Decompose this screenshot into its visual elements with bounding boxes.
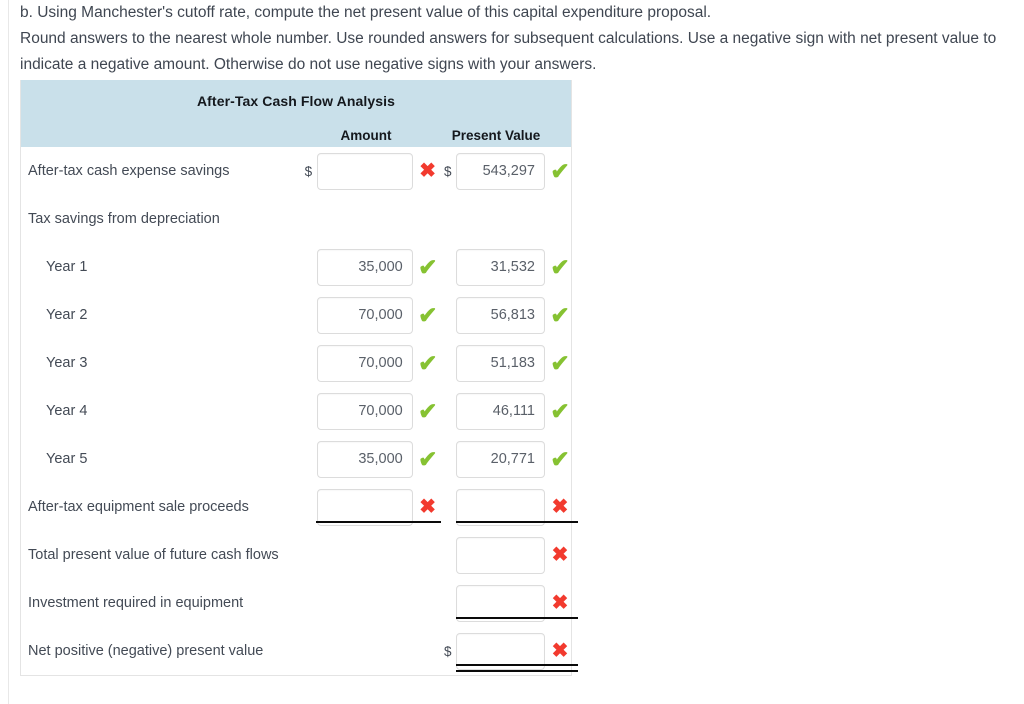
amount-cell: $✖	[305, 488, 444, 526]
check-icon: ✔	[418, 445, 438, 472]
question-prompt: b. Using Manchester's cutoff rate, compu…	[20, 0, 1012, 78]
present-value-input[interactable]: 56,813	[456, 296, 545, 334]
present-value-cell: $56,813✔	[444, 296, 571, 334]
row-label: Investment required in equipment	[28, 595, 244, 611]
page-left-rule	[8, 0, 9, 704]
table-row: Investment required in equipment $✖	[21, 579, 578, 627]
table-row: Year 4 $70,000✔$46,111✔	[21, 387, 571, 435]
total-rule-single	[456, 616, 578, 619]
row-label: Net positive (negative) present value	[28, 643, 264, 659]
total-rule-single	[456, 520, 578, 523]
total-rule-double	[456, 663, 578, 672]
check-icon: ✔	[550, 445, 570, 472]
currency-symbol: $	[304, 163, 313, 179]
present-value-input[interactable]	[456, 536, 545, 574]
present-value-cell: $✖	[444, 632, 578, 672]
present-value-cell: $543,297 ✔	[444, 152, 571, 190]
cross-icon: ✖	[551, 544, 569, 566]
column-header-present-value: Present Value	[451, 128, 541, 143]
present-value-input[interactable]: 46,111	[456, 392, 545, 430]
present-value-cell: $51,183✔	[444, 344, 571, 382]
row-label: Year 1	[46, 259, 88, 275]
amount-cell: $✖	[304, 152, 444, 190]
check-icon: ✔	[418, 397, 438, 424]
table-row: After-tax cash expense savings $ ✖ $543,297…	[21, 147, 571, 195]
row-label: Tax savings from depreciation	[28, 211, 220, 227]
row-label: Year 2	[46, 307, 88, 323]
table-header: After-Tax Cash Flow Analysis Amount Pres…	[21, 80, 571, 147]
table-row: Total present value of future cash flows…	[21, 531, 571, 579]
table-row: Year 2 $70,000✔$56,813✔	[21, 291, 571, 339]
cross-icon: ✖	[551, 640, 569, 662]
total-rule-single	[315, 520, 441, 523]
present-value-cell: $31,532✔	[444, 248, 571, 286]
row-label: Year 4	[46, 403, 88, 419]
amount-input[interactable]: 70,000	[316, 296, 413, 334]
amount-cell: $35,000✔	[305, 248, 444, 286]
table-row: Year 3 $70,000✔$51,183✔	[21, 339, 571, 387]
row-label: After-tax equipment sale proceeds	[28, 499, 249, 515]
table-row: Year 1 $35,000✔$31,532✔	[21, 243, 571, 291]
row-label: After-tax cash expense savings	[28, 163, 230, 179]
check-icon: ✔	[550, 397, 570, 424]
amount-cell: $70,000✔	[305, 296, 444, 334]
check-icon: ✔	[550, 253, 570, 280]
present-value-input[interactable]: 20,771	[456, 440, 545, 478]
present-value-cell: $46,111✔	[444, 392, 571, 430]
amount-cell: $35,000✔	[305, 440, 444, 478]
present-value-input[interactable]: 31,532	[456, 248, 545, 286]
present-value-input[interactable]: 543,297	[456, 152, 545, 190]
column-header-row: Amount Present Value	[21, 109, 571, 147]
table-row: Net positive (negative) present value $ ✖	[21, 627, 578, 675]
check-icon: ✔	[418, 253, 438, 280]
check-icon: ✔	[550, 157, 570, 184]
cross-icon: ✖	[419, 496, 437, 518]
amount-cell: $70,000✔	[305, 344, 444, 382]
amount-cell: $70,000✔	[305, 392, 444, 430]
amount-input[interactable]: 70,000	[316, 344, 413, 382]
present-value-cell: $✖	[444, 488, 578, 526]
currency-symbol: $	[444, 163, 452, 179]
column-header-amount: Amount	[340, 128, 392, 143]
check-icon: ✔	[550, 349, 570, 376]
check-icon: ✔	[550, 301, 570, 328]
table-row: Year 5 $35,000✔$20,771✔	[21, 435, 571, 483]
amount-input[interactable]: 35,000	[316, 248, 413, 286]
currency-symbol: $	[444, 643, 452, 659]
amount-input[interactable]: 35,000	[316, 440, 413, 478]
amount-input[interactable]: 70,000	[316, 392, 413, 430]
table-row: Tax savings from depreciation	[21, 195, 571, 243]
prompt-line-2: Round answers to the nearest whole numbe…	[20, 30, 997, 73]
present-value-cell: $✖	[444, 536, 571, 574]
table-body: After-tax cash expense savings $ ✖ $543,297…	[21, 147, 578, 675]
table-title: After-Tax Cash Flow Analysis	[196, 93, 396, 109]
row-label: Year 5	[46, 451, 88, 467]
row-label: Year 3	[46, 355, 88, 371]
check-icon: ✔	[418, 349, 438, 376]
present-value-input[interactable]: 51,183	[456, 344, 545, 382]
cash-flow-analysis-card: After-Tax Cash Flow Analysis Amount Pres…	[20, 80, 578, 676]
present-value-cell: $✖	[444, 584, 578, 622]
cross-icon: ✖	[551, 592, 569, 614]
prompt-line-1: b. Using Manchester's cutoff rate, compu…	[20, 4, 712, 21]
cross-icon: ✖	[419, 160, 437, 182]
table-row: After-tax equipment sale proceeds $✖$✖	[21, 483, 578, 531]
amount-input[interactable]	[316, 152, 413, 190]
check-icon: ✔	[418, 301, 438, 328]
present-value-cell: $20,771✔	[444, 440, 571, 478]
cross-icon: ✖	[551, 496, 569, 518]
row-label: Total present value of future cash flows	[28, 547, 279, 563]
